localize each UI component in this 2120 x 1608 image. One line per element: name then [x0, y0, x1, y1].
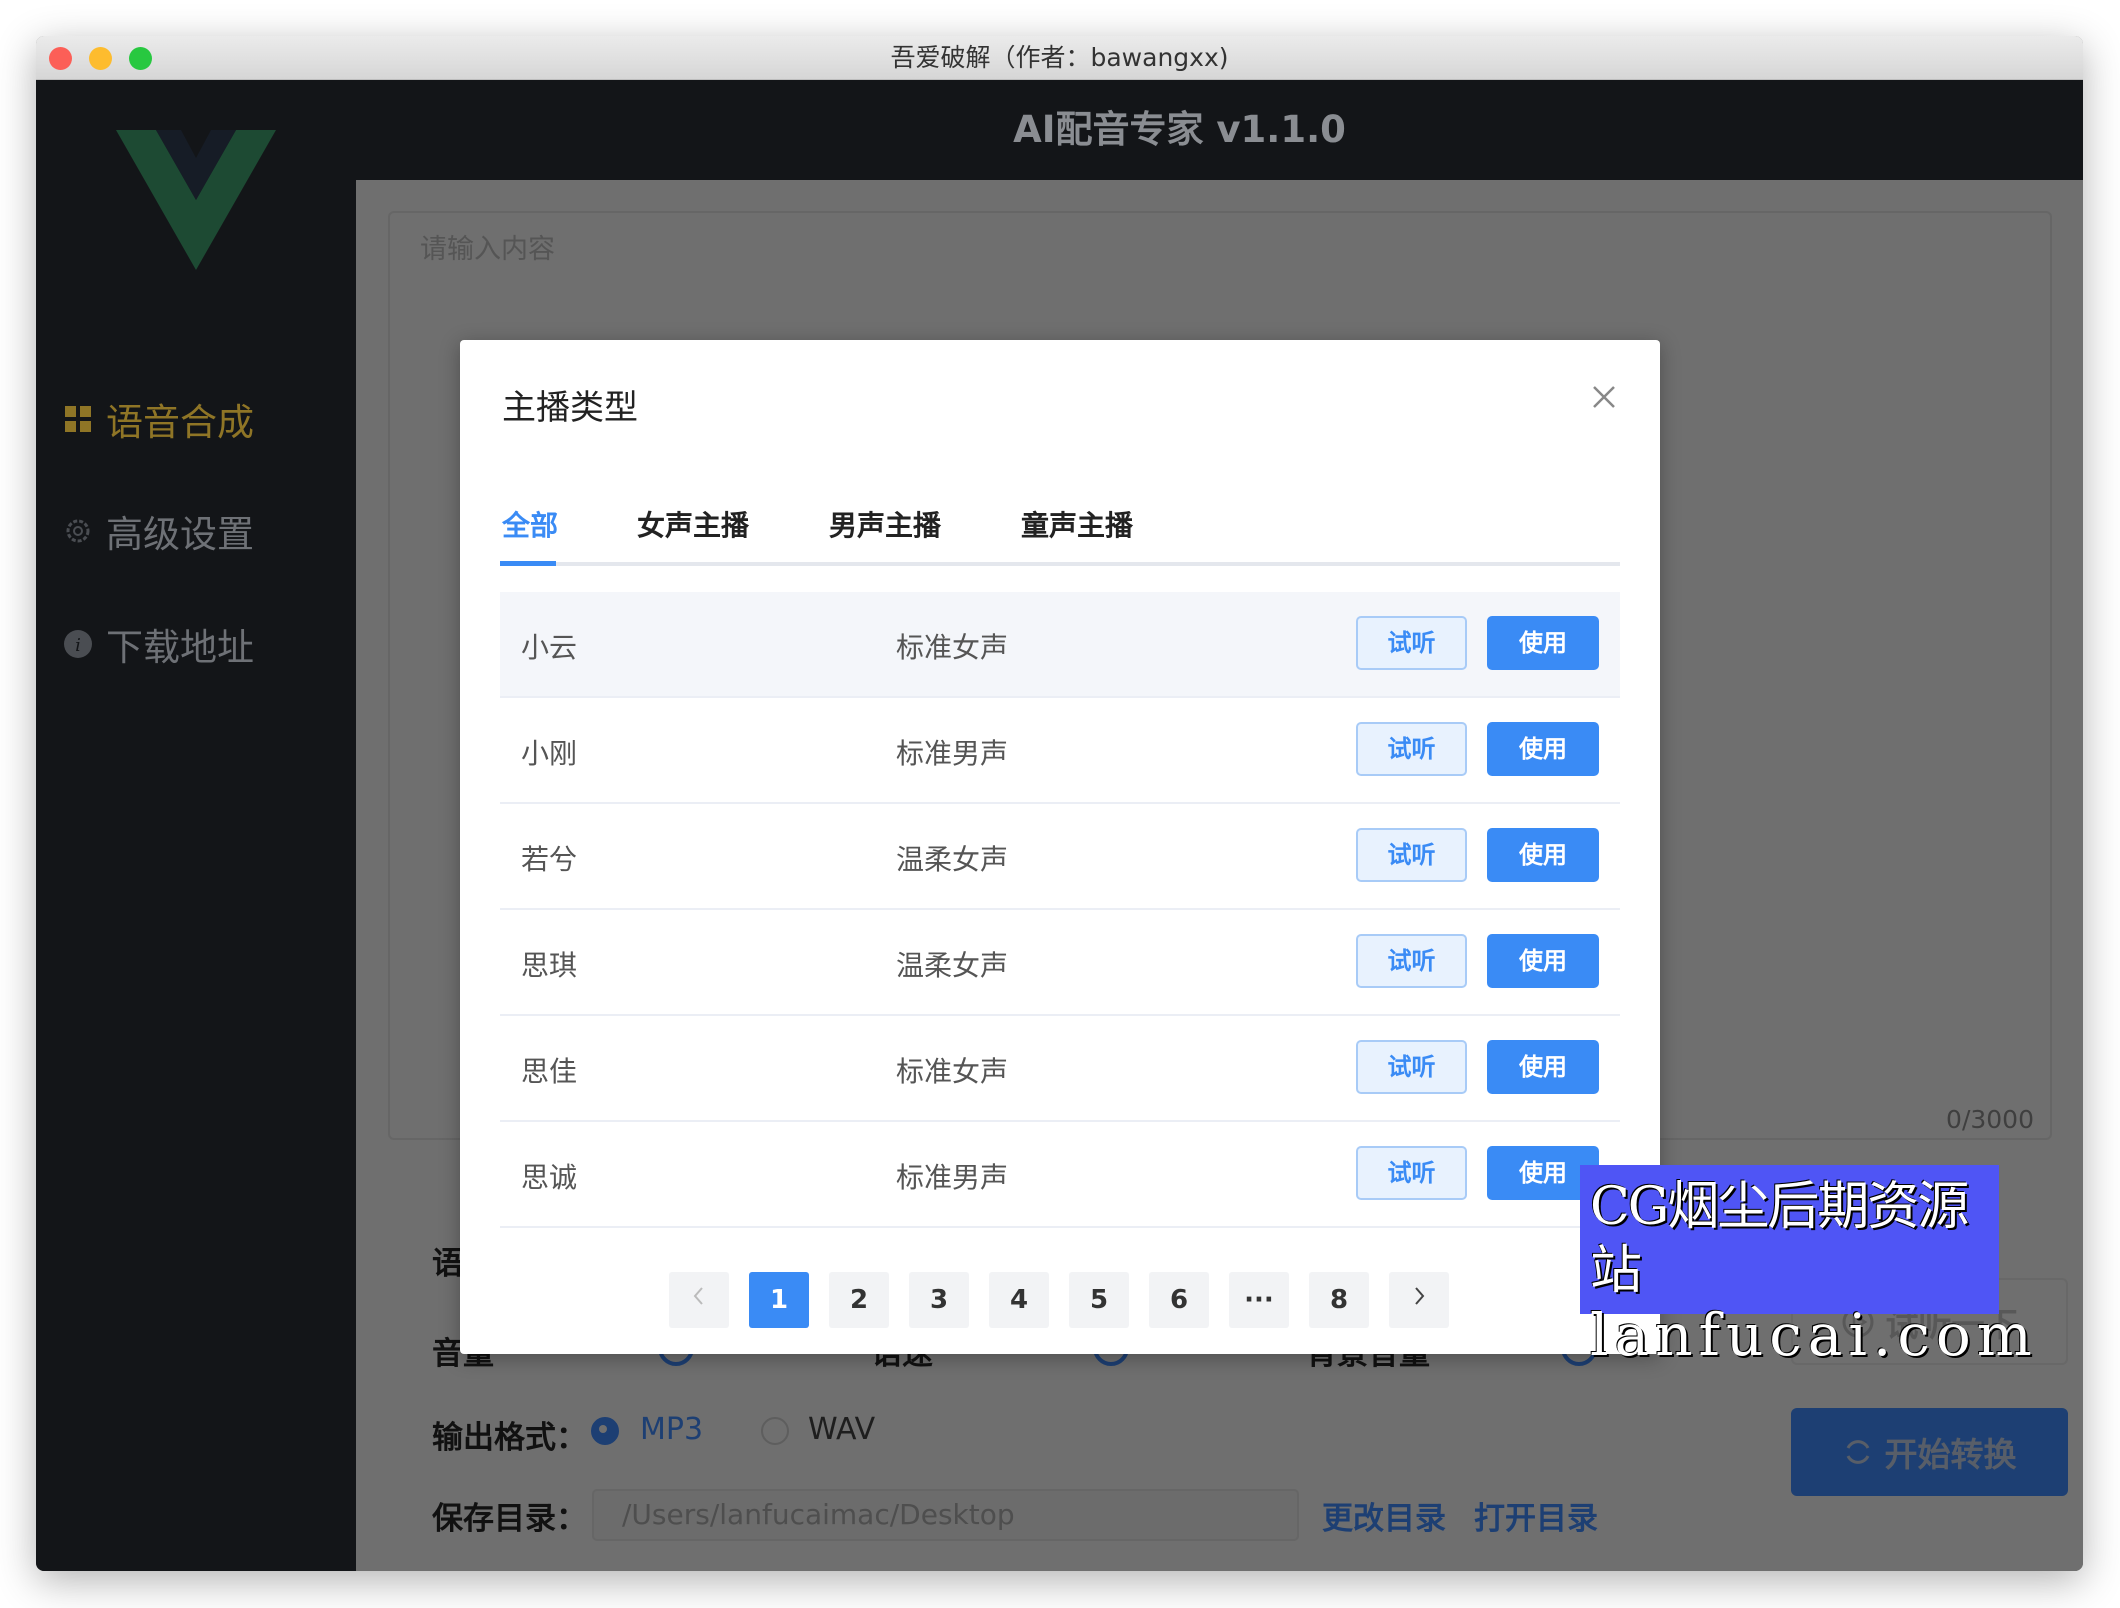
anchor-name: 若兮	[521, 843, 578, 876]
save-path-input[interactable]: /Users/lanfucaimac/Desktop	[592, 1489, 1299, 1541]
anchor-type: 标准女声	[896, 631, 1009, 664]
anchor-row: 若兮 温柔女声 试听 使用	[500, 804, 1620, 910]
anchor-row: 思佳 标准女声 试听 使用	[500, 1016, 1620, 1122]
anchor-type: 温柔女声	[896, 843, 1009, 876]
listen-button[interactable]: 试听	[1356, 1146, 1467, 1200]
anchor-row: 思诚 标准男声 试听 使用	[500, 1122, 1620, 1228]
use-button[interactable]: 使用	[1487, 828, 1599, 882]
close-window-button[interactable]	[49, 47, 72, 70]
anchor-name: 小刚	[521, 737, 578, 770]
save-dir-label: 保存目录：	[432, 1501, 587, 1537]
watermark-line2: lanfucai.com	[1590, 1301, 2038, 1369]
sidebar-item-label: 高级设置	[106, 513, 254, 556]
tab-child[interactable]: 童声主播	[1021, 504, 1133, 544]
close-icon[interactable]	[1592, 385, 1616, 409]
anchor-type: 标准男声	[896, 1161, 1009, 1194]
info-icon: i	[64, 630, 92, 658]
change-dir-link[interactable]: 更改目录	[1322, 1493, 1446, 1538]
convert-button-label: 开始转换	[1884, 1435, 2017, 1474]
sidebar-item-label: 语音合成	[106, 401, 254, 444]
listen-button[interactable]: 试听	[1356, 828, 1467, 882]
listen-button[interactable]: 试听	[1356, 1040, 1467, 1094]
anchor-type-dialog: 主播类型 全部 女声主播 男声主播 童声主播 小云 标准女声 试听 使用 小刚 标…	[460, 340, 1660, 1354]
anchor-type: 温柔女声	[896, 949, 1009, 982]
use-button[interactable]: 使用	[1487, 616, 1599, 670]
listen-button[interactable]: 试听	[1356, 722, 1467, 776]
anchor-name: 思佳	[521, 1055, 578, 1088]
open-dir-link[interactable]: 打开目录	[1474, 1493, 1598, 1538]
wav-radio[interactable]	[761, 1417, 789, 1445]
wav-label[interactable]: WAV	[808, 1412, 875, 1447]
minimize-window-button[interactable]	[89, 47, 112, 70]
page-3-button[interactable]: 3	[909, 1272, 969, 1328]
vue-logo-icon	[116, 130, 276, 270]
anchor-name: 小云	[521, 631, 578, 664]
next-page-button[interactable]	[1389, 1272, 1449, 1328]
window-title: 吾爱破解（作者：bawangxx)	[890, 43, 1229, 72]
sidebar-item-advanced-settings[interactable]: 高级设置	[64, 504, 254, 558]
tab-bar	[500, 562, 1620, 566]
tab-all[interactable]: 全部	[502, 504, 558, 544]
main-content: 请输入内容 0/3000 语音 音量 语速 背景音量 输出格式： MP3 WAV…	[356, 180, 2083, 1571]
chevron-right-icon	[1415, 1287, 1425, 1305]
format-label: 输出格式：	[432, 1420, 587, 1456]
anchor-type: 标准女声	[896, 1055, 1009, 1088]
prev-page-button[interactable]	[669, 1272, 729, 1328]
app-header: AI配音专家 v1.1.0	[356, 80, 2083, 180]
anchor-name: 思琪	[521, 949, 578, 982]
sidebar-item-speech-synthesis[interactable]: 语音合成	[64, 392, 254, 446]
anchor-name: 思诚	[521, 1161, 578, 1194]
listen-button[interactable]: 试听	[1356, 934, 1467, 988]
svg-text:i: i	[75, 635, 81, 656]
app-window: 吾爱破解（作者：bawangxx) 语音合成 高级设置 i 下载地址 AI配音专…	[36, 36, 2083, 1571]
page-8-button[interactable]: 8	[1309, 1272, 1369, 1328]
maximize-window-button[interactable]	[129, 47, 152, 70]
anchor-row: 小刚 标准男声 试听 使用	[500, 698, 1620, 804]
sidebar-item-label: 下载地址	[106, 626, 254, 669]
page-1-button[interactable]: 1	[749, 1272, 809, 1328]
more-pages-button[interactable]: ···	[1229, 1272, 1289, 1328]
page-5-button[interactable]: 5	[1069, 1272, 1129, 1328]
sidebar: 语音合成 高级设置 i 下载地址	[36, 80, 356, 1571]
page-6-button[interactable]: 6	[1149, 1272, 1209, 1328]
tab-male[interactable]: 男声主播	[829, 504, 941, 544]
anchor-row: 思琪 温柔女声 试听 使用	[500, 910, 1620, 1016]
start-convert-button[interactable]: 开始转换	[1791, 1408, 2068, 1496]
mp3-radio[interactable]	[591, 1417, 619, 1445]
anchor-type: 标准男声	[896, 737, 1009, 770]
gear-icon	[64, 517, 92, 545]
text-placeholder: 请输入内容	[420, 234, 555, 265]
chevron-left-icon	[693, 1287, 703, 1305]
listen-button[interactable]: 试听	[1356, 616, 1467, 670]
page-4-button[interactable]: 4	[989, 1272, 1049, 1328]
title-bar: 吾爱破解（作者：bawangxx)	[36, 36, 2083, 80]
mp3-label[interactable]: MP3	[640, 1412, 703, 1447]
use-button[interactable]: 使用	[1487, 722, 1599, 776]
use-button[interactable]: 使用	[1487, 934, 1599, 988]
active-tab-indicator	[500, 561, 556, 566]
sidebar-item-download[interactable]: i 下载地址	[64, 617, 254, 671]
refresh-icon	[1846, 1440, 1869, 1464]
watermark: CG烟尘后期资源站 lanfucai.com	[1580, 1165, 2032, 1367]
grid-icon	[64, 405, 92, 433]
dialog-title: 主播类型	[502, 388, 638, 428]
page-2-button[interactable]: 2	[829, 1272, 889, 1328]
use-button[interactable]: 使用	[1487, 1040, 1599, 1094]
tab-female[interactable]: 女声主播	[637, 504, 749, 544]
watermark-line1: CG烟尘后期资源站	[1590, 1177, 1969, 1301]
char-count: 0/3000	[1946, 1105, 2034, 1134]
anchor-row: 小云 标准女声 试听 使用	[500, 592, 1620, 698]
